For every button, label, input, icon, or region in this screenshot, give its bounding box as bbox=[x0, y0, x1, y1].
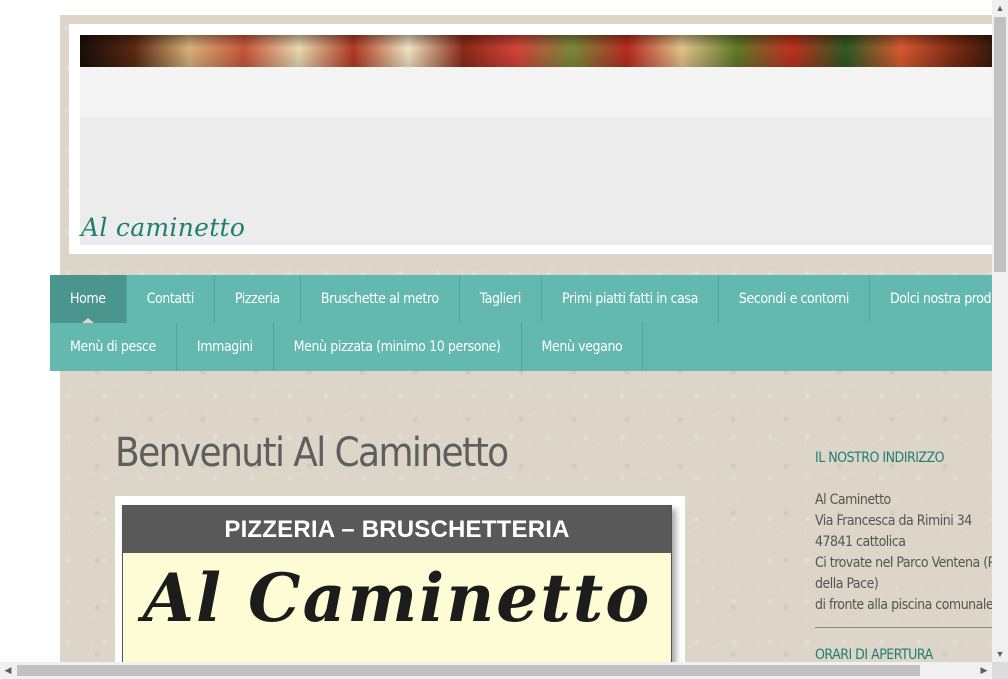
nav-item-menu-pizzata[interactable]: Menù pizzata (minimo 10 persone) bbox=[274, 323, 522, 371]
site-title[interactable]: Al caminetto bbox=[81, 213, 245, 242]
sign-header: PIZZERIA – BRUSCHETTERIA bbox=[123, 506, 671, 553]
nav-item-menu-pesce[interactable]: Menù di pesce bbox=[50, 323, 177, 371]
address-line: Ci trovate nel Parco Ventena (Parco bbox=[815, 555, 992, 571]
nav-row-2: Menù di pesce Immagini Menù pizzata (min… bbox=[50, 323, 644, 371]
vertical-scrollbar[interactable]: ▲ ▼ bbox=[992, 0, 1008, 662]
vertical-scroll-thumb[interactable] bbox=[994, 17, 1006, 272]
nav-item-contatti[interactable]: Contatti bbox=[127, 275, 215, 323]
scroll-up-icon[interactable]: ▲ bbox=[992, 0, 1008, 16]
nav-item-bruschette[interactable]: Bruschette al metro bbox=[301, 275, 460, 323]
header-banner-image bbox=[80, 35, 992, 67]
main-navigation: Home Contatti Pizzeria Bruschette al met… bbox=[50, 275, 1008, 371]
address-line: della Pace) bbox=[815, 576, 879, 592]
nav-item-dolci[interactable]: Dolci nostra produzione bbox=[870, 275, 1008, 323]
nav-item-pizzeria[interactable]: Pizzeria bbox=[215, 275, 301, 323]
page-title: Benvenuti Al Caminetto bbox=[115, 430, 509, 476]
nav-item-primi-piatti[interactable]: Primi piatti fatti in casa bbox=[542, 275, 719, 323]
scrollbar-corner bbox=[992, 662, 1008, 679]
scroll-down-icon[interactable]: ▼ bbox=[992, 646, 1008, 662]
horizontal-scroll-thumb[interactable] bbox=[17, 665, 920, 676]
featured-image: PIZZERIA – BRUSCHETTERIA Al Caminetto bbox=[115, 496, 685, 666]
scroll-right-icon[interactable]: ▶ bbox=[976, 662, 992, 679]
nav-item-taglieri[interactable]: Taglieri bbox=[460, 275, 542, 323]
address-line: Via Francesca da Rimini 34 bbox=[815, 513, 972, 529]
nav-row-1: Home Contatti Pizzeria Bruschette al met… bbox=[50, 275, 1008, 323]
address-line: 47841 cattolica bbox=[815, 534, 906, 550]
address-line: di fronte alla piscina comunale bbox=[815, 597, 992, 613]
header-band-light bbox=[80, 67, 992, 117]
widget-divider bbox=[815, 627, 992, 628]
address-line: Al Caminetto bbox=[815, 492, 891, 508]
address-text: Al Caminetto Via Francesca da Rimini 34 … bbox=[815, 490, 992, 616]
nav-item-home[interactable]: Home bbox=[50, 275, 127, 323]
scroll-left-icon[interactable]: ◀ bbox=[0, 662, 16, 679]
nav-item-secondi[interactable]: Secondi e contorni bbox=[719, 275, 870, 323]
nav-item-menu-vegano[interactable]: Menù vegano bbox=[522, 323, 644, 371]
sign-logo-text: Al Caminetto bbox=[142, 559, 652, 637]
horizontal-scrollbar[interactable]: ◀ ▶ bbox=[0, 662, 992, 679]
restaurant-sign: PIZZERIA – BRUSCHETTERIA Al Caminetto bbox=[122, 505, 672, 666]
nav-item-immagini[interactable]: Immagini bbox=[177, 323, 274, 371]
address-widget-title: IL NOSTRO INDIRIZZO bbox=[815, 450, 945, 466]
sidebar: IL NOSTRO INDIRIZZO Al Caminetto Via Fra… bbox=[815, 448, 992, 665]
